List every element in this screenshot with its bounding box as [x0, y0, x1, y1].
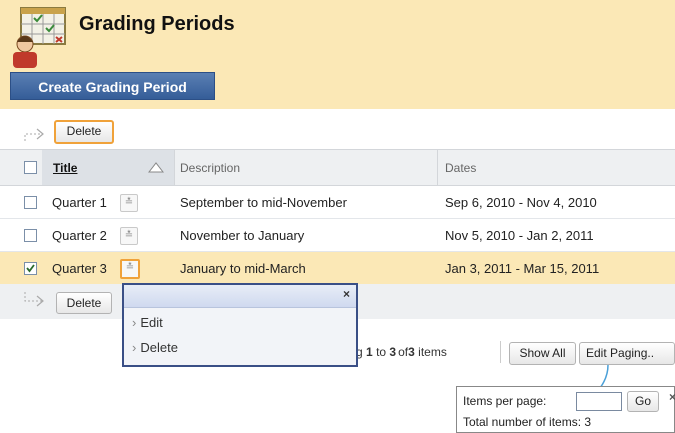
row-dates: Sep 6, 2010 - Nov 4, 2010 [445, 195, 597, 210]
close-icon[interactable]: × [343, 287, 350, 301]
row-description: January to mid-March [180, 261, 306, 276]
go-button[interactable]: Go [627, 391, 659, 412]
row-checkbox-checked[interactable] [24, 262, 37, 275]
table-row: Quarter 1 ≛ September to mid-November Se… [0, 186, 675, 219]
select-arrow-icon [24, 292, 44, 307]
paging-to-label: to [376, 345, 387, 359]
row-title: Quarter 1 [52, 195, 107, 210]
menu-item-edit[interactable]: › Edit [132, 315, 163, 330]
select-all-checkbox[interactable] [24, 161, 37, 174]
row-description: September to mid-November [180, 195, 347, 210]
select-arrow-icon [24, 128, 44, 141]
page-title: Grading Periods [79, 13, 235, 35]
row-checkbox[interactable] [24, 229, 37, 242]
paging-divider [500, 341, 501, 363]
paging-range-start: 1 [366, 345, 373, 359]
row-menu-chevron-icon[interactable]: ≛ [120, 194, 138, 212]
row-menu-chevron-icon[interactable]: ≛ [120, 227, 138, 245]
column-divider [437, 150, 438, 185]
table-row-selected: Quarter 3 ≛ January to mid-March Jan 3, … [0, 252, 675, 285]
grid-header: Title Description Dates [0, 149, 675, 186]
show-all-button[interactable]: Show All [509, 342, 576, 365]
row-menu-chevron-icon[interactable]: ≛ [120, 259, 140, 279]
grading-periods-icon [13, 7, 66, 68]
menu-item-edit-label: Edit [140, 315, 163, 330]
page-header: Grading Periods Create Grading Period [0, 0, 675, 109]
table-row: Quarter 2 ≛ November to January Nov 5, 2… [0, 219, 675, 252]
action-bar-top: Delete [0, 116, 675, 147]
delete-button-bottom[interactable]: Delete [56, 292, 112, 314]
paging-total: 3 [408, 345, 415, 359]
create-grading-period-button[interactable]: Create Grading Period [10, 72, 215, 100]
paging-items-label: items [418, 345, 447, 359]
menu-item-delete-label: Delete [140, 340, 178, 355]
column-header-dates[interactable]: Dates [445, 161, 476, 175]
items-per-page-label: Items per page: [463, 394, 547, 408]
paging-of-label: of [398, 345, 409, 359]
row-description: November to January [180, 228, 305, 243]
row-checkbox[interactable] [24, 196, 37, 209]
total-items-text: Total number of items: 3 [463, 415, 592, 429]
paging-summary: g 1 to 3 of3 items [356, 345, 447, 359]
edit-paging-popup: Items per page: Go × Total number of ite… [456, 386, 675, 433]
close-icon[interactable]: × [669, 390, 675, 404]
row-title: Quarter 2 [52, 228, 107, 243]
column-header-description[interactable]: Description [180, 161, 240, 175]
row-title: Quarter 3 [52, 261, 107, 276]
column-divider [174, 150, 175, 185]
delete-button-top[interactable]: Delete [54, 120, 114, 144]
row-dates: Nov 5, 2010 - Jan 2, 2011 [445, 228, 594, 243]
items-per-page-input[interactable] [576, 392, 622, 411]
menu-header: × [124, 285, 356, 308]
row-context-menu: × › Edit › Delete [122, 283, 358, 367]
column-header-title[interactable]: Title [53, 161, 77, 175]
row-dates: Jan 3, 2011 - Mar 15, 2011 [445, 261, 600, 276]
edit-paging-button[interactable]: Edit Paging.. [579, 342, 675, 365]
paging-range-end: 3 [389, 345, 397, 359]
menu-item-delete[interactable]: › Delete [132, 340, 178, 355]
sort-ascending-icon[interactable] [148, 162, 164, 173]
checkmark-icon [26, 264, 35, 273]
